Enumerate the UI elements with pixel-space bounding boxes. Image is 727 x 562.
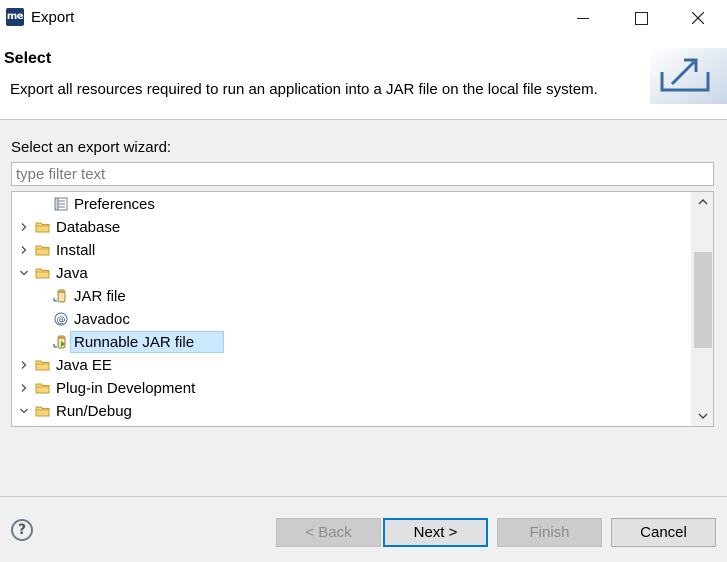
filter-input[interactable] <box>11 162 714 186</box>
folder-icon <box>35 268 50 279</box>
tree-item-label: Plug-in Development <box>56 380 196 397</box>
folder-icon <box>35 245 50 256</box>
tree-item[interactable]: Java <box>12 262 692 285</box>
collapsed-chevron-icon[interactable] <box>19 360 29 370</box>
footer-divider <box>0 496 727 497</box>
tree-item-label: Javadoc <box>74 311 130 328</box>
folder-icon <box>35 360 50 371</box>
cancel-button[interactable]: Cancel <box>611 518 716 547</box>
folder-icon <box>35 406 50 417</box>
tree-item-label: Java <box>56 265 88 282</box>
app-icon: me <box>6 8 24 26</box>
chevron-up-icon <box>698 199 708 205</box>
svg-text:@: @ <box>57 316 66 326</box>
page-title: Select <box>4 50 52 67</box>
tree-item[interactable]: Plug-in Development <box>12 377 692 400</box>
page-description: Export all resources required to run an … <box>10 81 598 98</box>
folder-icon <box>35 383 50 394</box>
tree-item-label: Java EE <box>56 357 112 374</box>
runnable-jar-icon <box>53 335 66 349</box>
tree-item[interactable]: @ Javadoc <box>12 308 692 331</box>
help-icon[interactable]: ? <box>11 519 33 541</box>
tree-item-label: Run/Debug <box>56 403 132 420</box>
tree-item-label: Database <box>56 219 121 236</box>
tree-item-label: Preferences <box>74 196 155 213</box>
scroll-down-button[interactable] <box>692 406 713 426</box>
scrollbar-thumb[interactable] <box>694 252 712 348</box>
tree-item-label: JAR file <box>74 288 126 305</box>
minimize-button[interactable] <box>553 0 611 36</box>
finish-button[interactable]: Finish <box>497 518 602 547</box>
folder-icon <box>35 222 50 233</box>
tree-item[interactable]: Java EE <box>12 354 692 377</box>
title-bar: me Export <box>0 0 727 36</box>
scroll-up-button[interactable] <box>692 192 713 212</box>
close-button[interactable] <box>669 0 727 36</box>
tree-item[interactable]: Preferences <box>12 193 692 216</box>
tree-item[interactable]: Database <box>12 216 692 239</box>
wizard-tree[interactable]: Preferences Database Install Java JAR file @ J… <box>11 191 714 427</box>
tree-item[interactable]: Run/Debug <box>12 400 692 423</box>
chevron-down-icon <box>698 413 708 419</box>
tree-item[interactable]: JAR file <box>12 285 692 308</box>
tree-item-label: Runnable JAR file <box>74 334 195 351</box>
collapsed-chevron-icon[interactable] <box>19 222 29 232</box>
collapsed-chevron-icon[interactable] <box>19 383 29 393</box>
javadoc-icon: @ <box>54 312 68 326</box>
wizard-label: Select an export wizard: <box>11 139 172 156</box>
expanded-chevron-icon[interactable] <box>19 406 29 416</box>
tree-scrollbar[interactable] <box>691 192 713 426</box>
jar-icon <box>53 289 66 303</box>
preferences-icon <box>54 197 68 211</box>
tree-item[interactable]: Install <box>12 239 692 262</box>
export-banner-icon <box>650 48 727 104</box>
expanded-chevron-icon[interactable] <box>19 268 29 278</box>
next-button[interactable]: Next > <box>383 518 488 547</box>
collapsed-chevron-icon[interactable] <box>19 245 29 255</box>
close-icon <box>692 12 704 24</box>
tree-item-label: Install <box>56 242 96 259</box>
window-title: Export <box>31 9 75 26</box>
maximize-button[interactable] <box>611 0 669 36</box>
back-button[interactable]: < Back <box>276 518 381 547</box>
tree-item[interactable]: Runnable JAR file <box>12 331 692 354</box>
wizard-header: Select Export all resources required to … <box>0 36 727 120</box>
